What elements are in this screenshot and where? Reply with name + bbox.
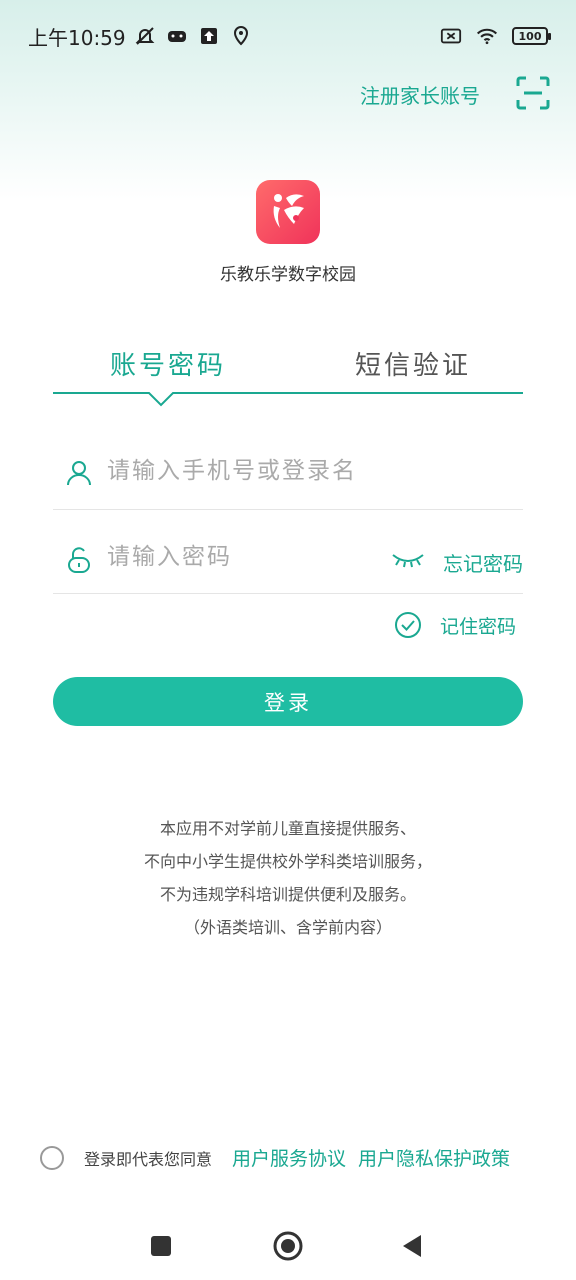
notice-line: 本应用不对学前儿童直接提供服务、 — [159, 819, 416, 838]
status-time: 上午10:59 — [28, 25, 126, 50]
forgot-password-link[interactable]: 忘记密码 — [443, 548, 523, 577]
register-parent-account-link[interactable]: 注册家长账号 — [360, 80, 480, 109]
check-circle-icon[interactable] — [394, 611, 422, 639]
scan-icon[interactable] — [516, 76, 550, 110]
remember-password[interactable]: 记住密码 — [394, 611, 516, 639]
home-icon[interactable] — [272, 1230, 304, 1262]
location-icon — [230, 25, 252, 47]
username-field — [53, 424, 523, 510]
agreement-row: 登录即代表您同意 用户服务协议 用户隐私保护政策 — [40, 1144, 522, 1171]
eye-closed-icon[interactable] — [391, 551, 425, 569]
app-name: 乐教乐学数字校园 — [220, 265, 356, 285]
password-field: 忘记密码 — [53, 508, 523, 594]
notice-line: 不为违规学科培训提供便利及服务。 — [159, 885, 416, 904]
agreement-text: 登录即代表您同意 — [84, 1149, 213, 1169]
notice-line: 不向中小学生提供校外学科类培训服务， — [143, 852, 432, 871]
app-logo-icon — [273, 194, 304, 228]
agreement-checkbox[interactable] — [40, 1145, 64, 1170]
tab-account-password[interactable]: 账号密码 — [53, 345, 283, 382]
app-logo — [256, 180, 320, 244]
back-icon[interactable] — [396, 1230, 428, 1262]
login-tabs: 账号密码 短信验证 — [53, 345, 523, 407]
user-icon — [65, 458, 93, 486]
user-service-agreement-link[interactable]: 用户服务协议 — [232, 1144, 346, 1171]
lock-icon — [65, 546, 93, 574]
tab-sms-verification[interactable]: 短信验证 — [298, 345, 528, 382]
sim-off-icon — [440, 25, 462, 47]
notice-line: （外语类培训、含学前内容） — [183, 918, 392, 937]
upload-icon — [198, 25, 220, 47]
remember-password-label: 记住密码 — [440, 615, 517, 638]
status-bar: 上午10:59 100 — [0, 0, 576, 72]
service-notice: 本应用不对学前儿童直接提供服务、 不向中小学生提供校外学科类培训服务， 不为违规… — [0, 812, 576, 944]
battery-icon: 100 — [512, 27, 551, 45]
password-input[interactable] — [107, 544, 377, 570]
username-input[interactable] — [107, 458, 427, 484]
recent-apps-icon[interactable] — [145, 1230, 177, 1262]
tab-indicator — [53, 392, 523, 407]
system-nav-bar — [0, 1212, 576, 1280]
bell-muted-icon — [134, 25, 156, 47]
gamepad-icon — [166, 25, 188, 47]
privacy-policy-link[interactable]: 用户隐私保护政策 — [358, 1144, 510, 1171]
login-button[interactable]: 登录 — [53, 677, 523, 726]
wifi-icon — [476, 25, 498, 47]
